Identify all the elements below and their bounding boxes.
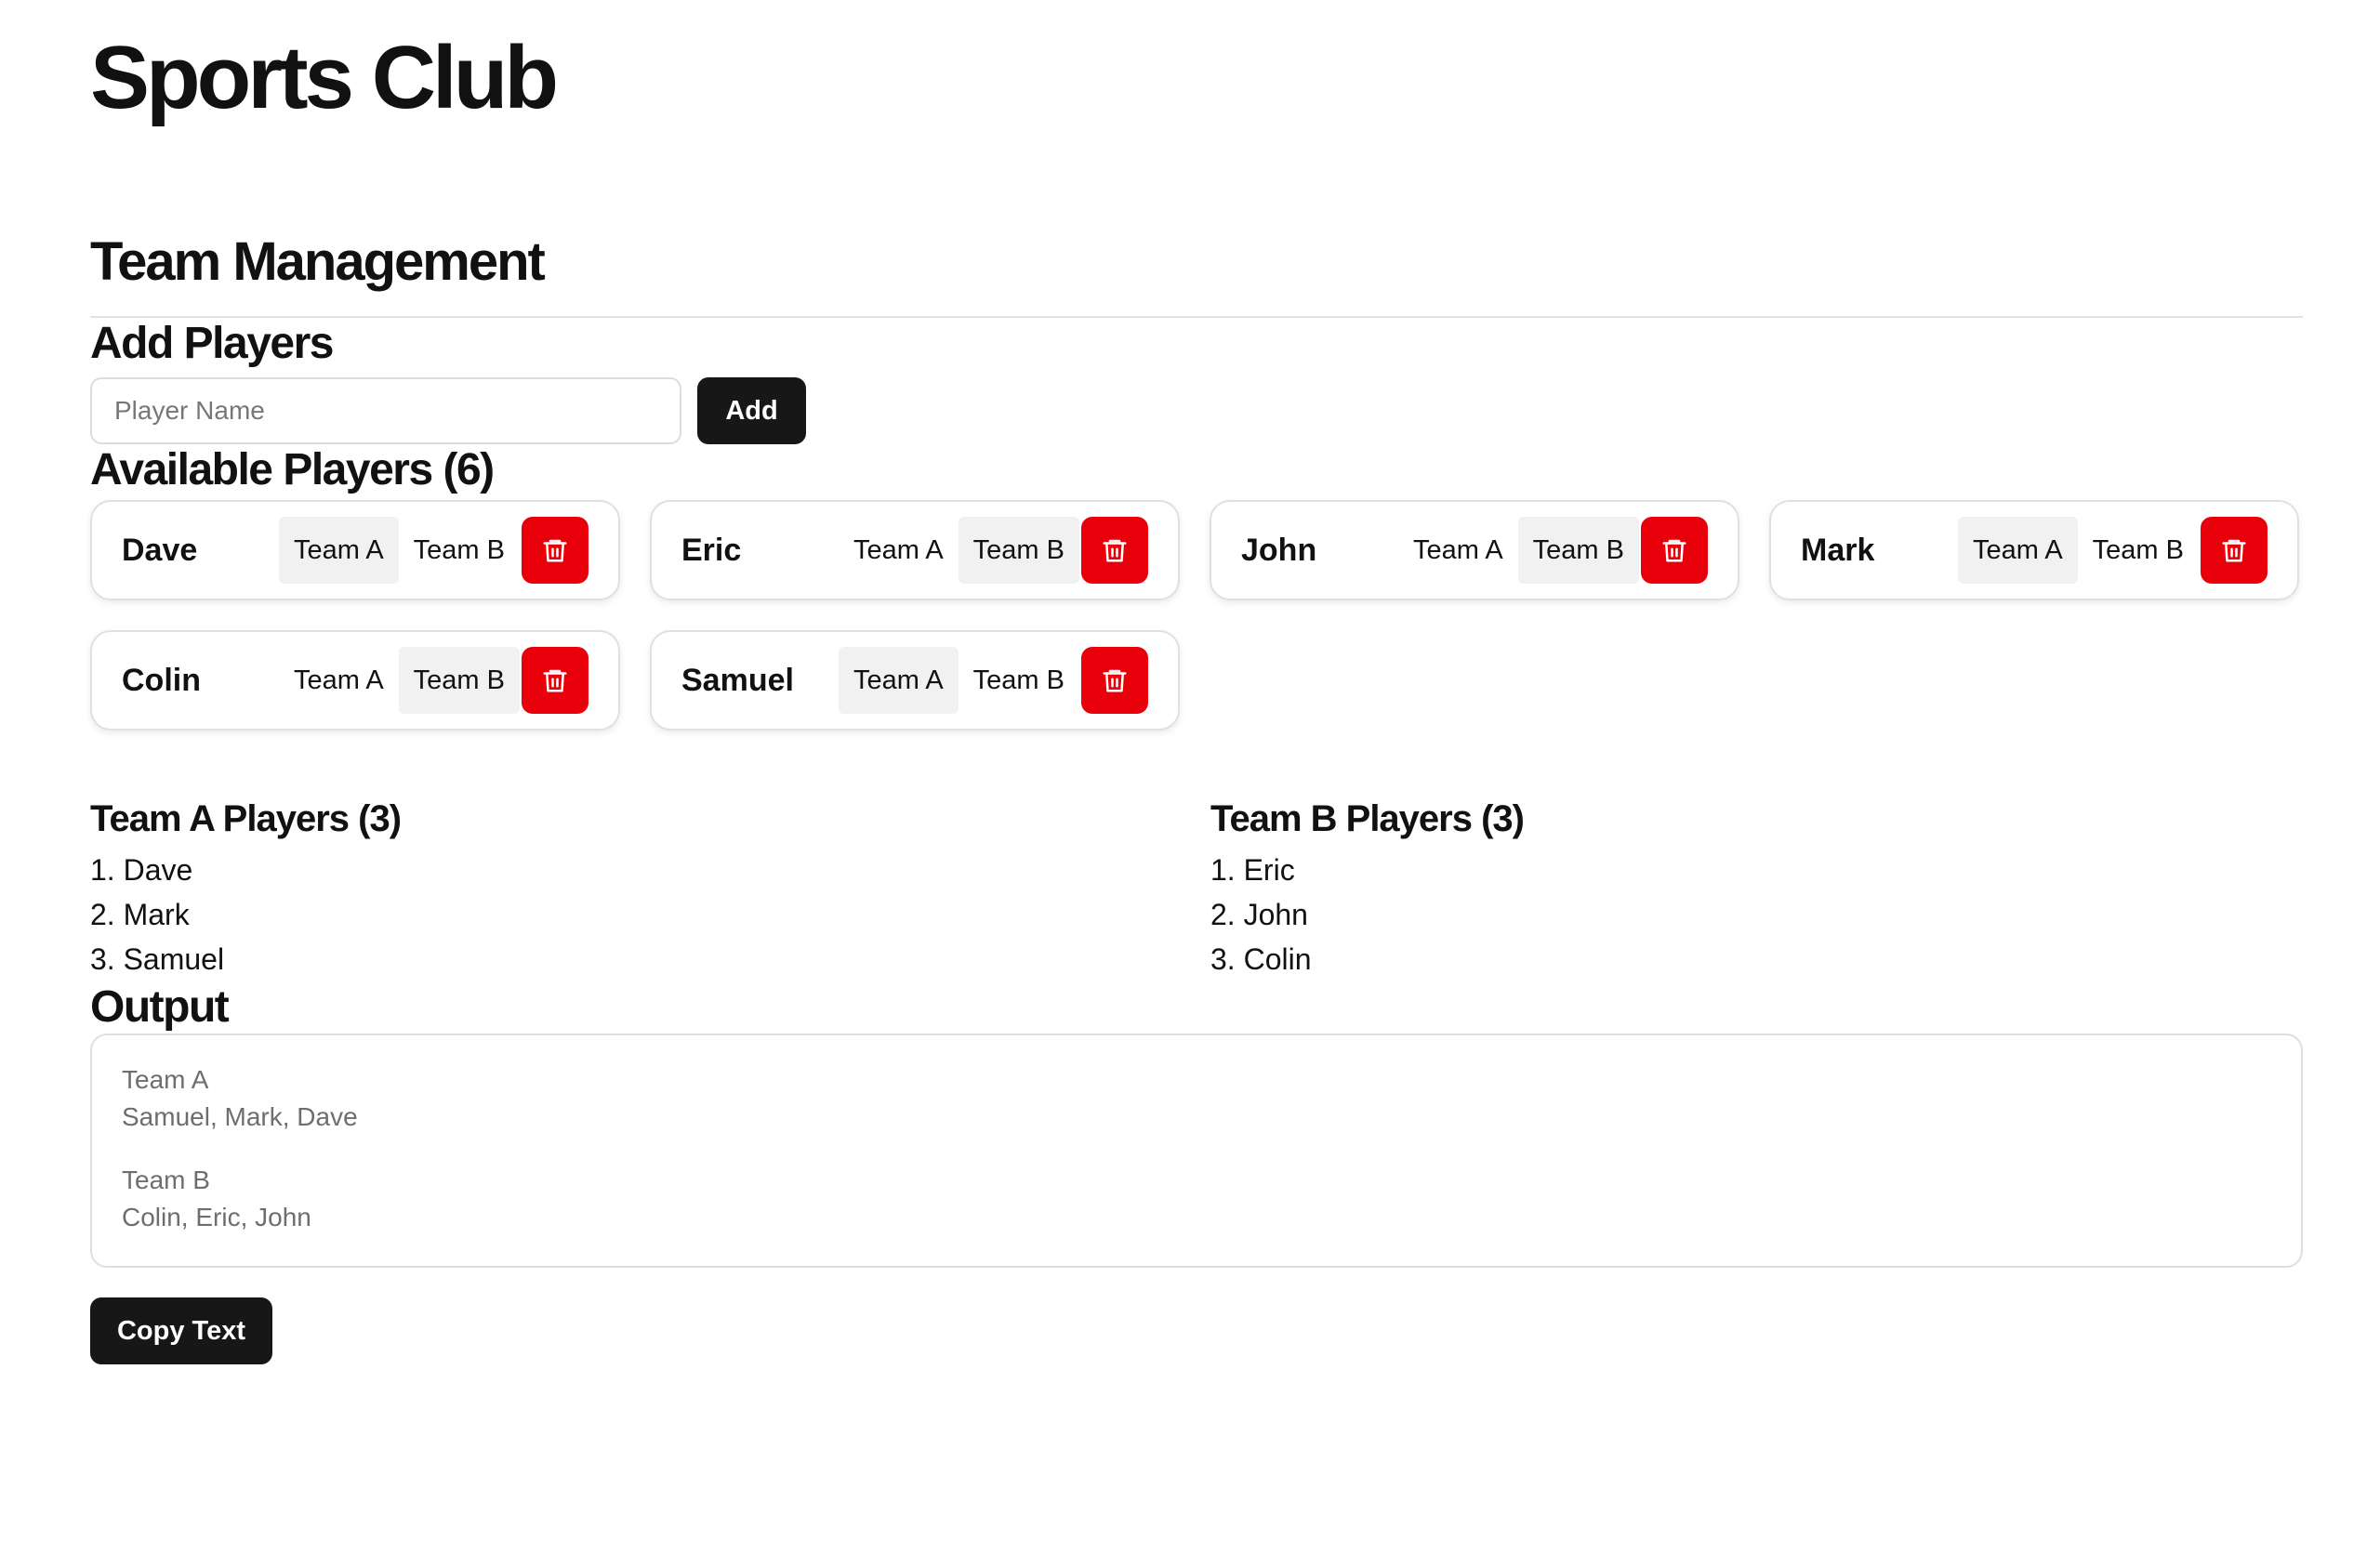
add-players-heading: Add Players: [90, 319, 334, 368]
output-team-a-names: Samuel, Mark, Dave: [122, 1102, 358, 1131]
trash-icon: [1103, 669, 1127, 692]
team-a-list: 1. Dave 2. Mark 3. Samuel: [90, 848, 1210, 981]
team-b-heading: Team B Players (3): [1210, 798, 1525, 839]
delete-player-button[interactable]: [1641, 517, 1708, 584]
output-team-b-heading: Team B: [122, 1165, 210, 1194]
list-item: 1. Eric: [1210, 853, 1295, 887]
team-b-button[interactable]: Team B: [1517, 517, 1639, 584]
player-card: Eric Team A Team B: [650, 500, 1180, 600]
list-item: 1. Dave: [90, 853, 193, 887]
team-a-column: Team A Players (3) 1. Dave 2. Mark 3. Sa…: [90, 796, 1210, 981]
team-b-list: 1. Eric 2. John 3. Colin: [1210, 848, 2303, 981]
page-title: Team Management: [90, 231, 546, 292]
list-item: 2. Mark: [90, 898, 190, 931]
player-name: Colin: [122, 662, 201, 698]
list-item: 2. John: [1210, 898, 1308, 931]
page: Sports Club Team Management Add Players …: [0, 0, 2380, 1567]
delete-player-button[interactable]: [1081, 647, 1148, 714]
team-a-button[interactable]: Team A: [839, 517, 959, 584]
team-a-button[interactable]: Team A: [1957, 517, 2078, 584]
output-heading: Output: [90, 982, 230, 1032]
trash-icon: [543, 539, 567, 562]
player-name-input[interactable]: [90, 377, 681, 444]
player-name: Dave: [122, 532, 198, 568]
team-b-button[interactable]: Team B: [399, 517, 520, 584]
team-a-heading: Team A Players (3): [90, 798, 402, 839]
team-b-column: Team B Players (3) 1. Eric 2. John 3. Co…: [1210, 796, 2303, 981]
team-a-button[interactable]: Team A: [278, 517, 399, 584]
player-card: Mark Team A Team B: [1769, 500, 2299, 600]
player-name: Samuel: [681, 662, 794, 698]
list-item: 3. Colin: [1210, 942, 1312, 976]
output-team-b-names: Colin, Eric, John: [122, 1203, 311, 1231]
team-a-button[interactable]: Team A: [1398, 517, 1518, 584]
trash-icon: [1103, 539, 1127, 562]
player-name: Mark: [1801, 532, 1875, 568]
delete-player-button[interactable]: [522, 517, 588, 584]
available-players-grid: Dave Team A Team B Eric Team A Team B Jo…: [90, 500, 2299, 731]
team-a-button[interactable]: Team A: [838, 647, 959, 714]
add-button[interactable]: Add: [697, 377, 806, 444]
teams-summary: Team A Players (3) 1. Dave 2. Mark 3. Sa…: [90, 796, 2290, 981]
add-player-form: Add: [90, 377, 2290, 444]
delete-player-button[interactable]: [1081, 517, 1148, 584]
team-b-button[interactable]: Team B: [2078, 517, 2199, 584]
player-name: John: [1241, 532, 1317, 568]
player-card: John Team A Team B: [1210, 500, 1739, 600]
team-a-button[interactable]: Team A: [279, 647, 399, 714]
player-card: Samuel Team A Team B: [650, 630, 1180, 731]
team-b-button[interactable]: Team B: [398, 647, 520, 714]
list-item: 3. Samuel: [90, 942, 225, 976]
trash-icon: [543, 669, 567, 692]
delete-player-button[interactable]: [522, 647, 588, 714]
player-card: Colin Team A Team B: [90, 630, 620, 731]
available-players-heading: Available Players (6): [90, 445, 495, 494]
delete-player-button[interactable]: [2201, 517, 2268, 584]
output-textarea[interactable]: Team A Samuel, Mark, Dave Team B Colin, …: [90, 1034, 2303, 1268]
trash-icon: [1662, 539, 1686, 562]
player-name: Eric: [681, 532, 742, 568]
player-card: Dave Team A Team B: [90, 500, 620, 600]
trash-icon: [2222, 539, 2246, 562]
copy-text-button[interactable]: Copy Text: [90, 1297, 272, 1364]
team-b-button[interactable]: Team B: [959, 647, 1079, 714]
team-b-button[interactable]: Team B: [958, 517, 1079, 584]
output-team-a-heading: Team A: [122, 1065, 209, 1094]
app-title: Sports Club: [90, 28, 559, 127]
